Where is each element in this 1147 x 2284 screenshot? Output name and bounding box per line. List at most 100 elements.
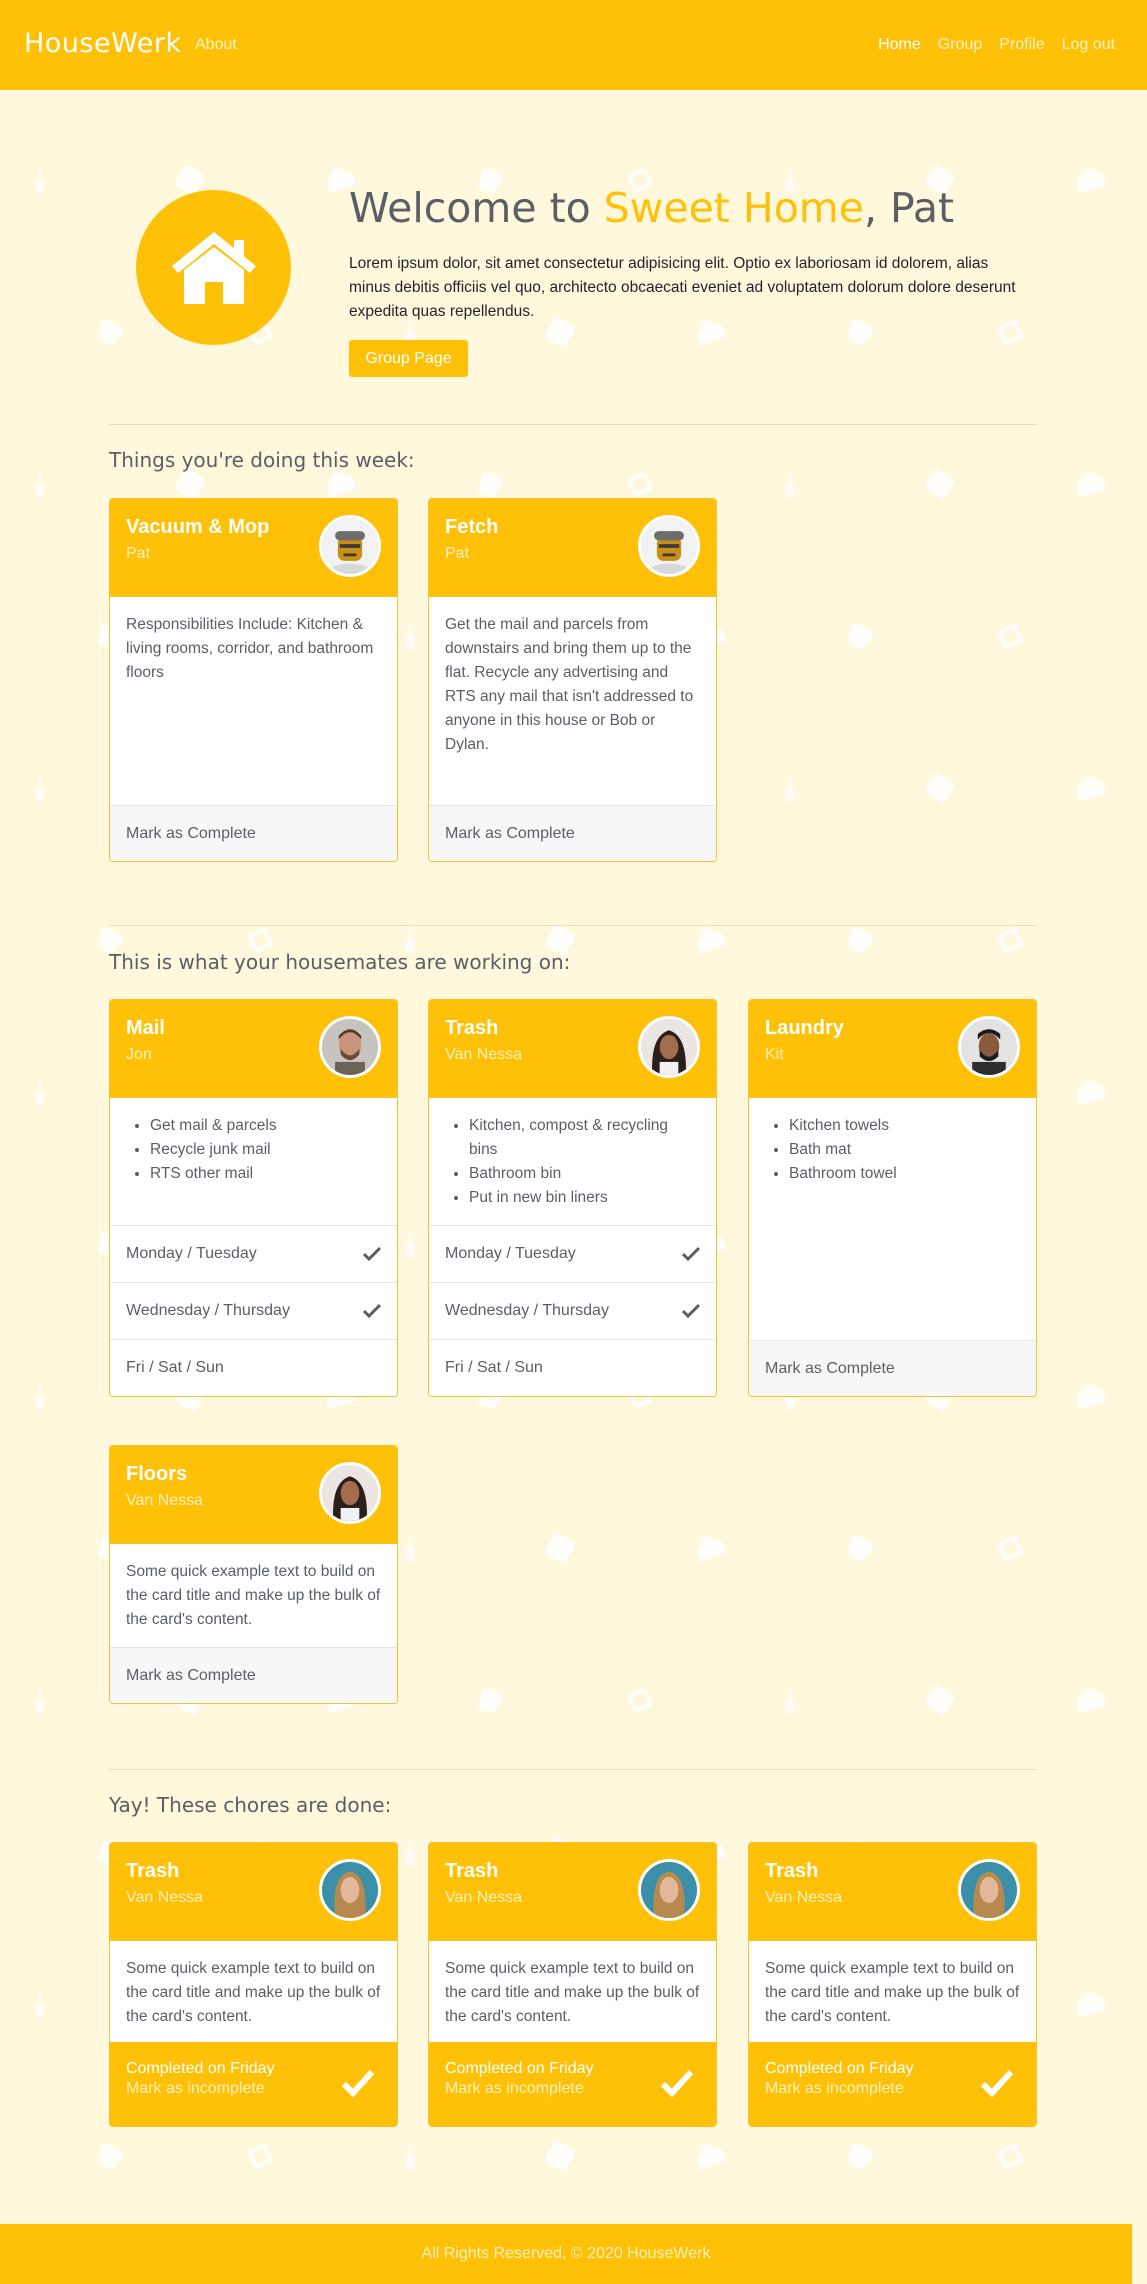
completed-footer: Completed on Friday Mark as incomplete xyxy=(749,2042,1036,2126)
brand-logo[interactable]: HouseWerk xyxy=(24,28,182,59)
mark-complete-button[interactable]: Mark as Complete xyxy=(110,805,397,861)
check-icon xyxy=(341,2069,375,2098)
chore-task-list: Kitchen towels Bath mat Bathroom towel xyxy=(765,1114,1020,1186)
page-footer: All Rights Reserved, © 2020 HouseWerk xyxy=(0,2224,1132,2284)
completed-footer: Completed on Friday Mark as incomplete xyxy=(110,2042,397,2126)
house-icon xyxy=(171,231,256,304)
pattern-icon xyxy=(20,768,60,808)
pattern-icon xyxy=(390,2136,430,2176)
pattern-icon xyxy=(20,1376,60,1416)
list-item: Bathroom towel xyxy=(789,1162,1020,1186)
check-icon xyxy=(660,2069,694,2098)
check-icon xyxy=(363,1246,381,1262)
check-icon xyxy=(980,2069,1014,2098)
chore-task-list: Get mail & parcels Recycle junk mail RTS… xyxy=(126,1114,381,1186)
card-header: Fetch Pat xyxy=(429,499,716,597)
check-icon xyxy=(682,1246,700,1262)
mark-complete-button[interactable]: Mark as Complete xyxy=(110,1647,397,1703)
pattern-icon xyxy=(920,464,960,504)
avatar xyxy=(958,1016,1020,1078)
nav-group-link[interactable]: Group xyxy=(938,36,982,54)
pattern-icon xyxy=(840,616,880,656)
avatar xyxy=(638,1016,700,1078)
avatar xyxy=(319,1859,381,1921)
card-title: Vacuum & Mop xyxy=(126,516,270,538)
card-title: Fetch xyxy=(445,516,499,538)
card-title: Trash xyxy=(445,1860,499,1882)
nav-profile-link[interactable]: Profile xyxy=(999,36,1044,54)
mark-complete-button[interactable]: Mark as Complete xyxy=(749,1340,1036,1396)
card-person: Van Nessa xyxy=(126,1492,204,1509)
card-person: Kit xyxy=(765,1046,784,1063)
pattern-icon xyxy=(20,1680,60,1720)
day-row: Fri / Sat / Sun xyxy=(110,1339,397,1396)
card-title: Trash xyxy=(765,1860,819,1882)
pattern-icon xyxy=(990,920,1030,960)
pattern-icon xyxy=(690,1528,730,1568)
pattern-icon xyxy=(20,464,60,504)
mark-complete-button[interactable]: Mark as Complete xyxy=(429,805,716,861)
divider xyxy=(109,1769,1037,1770)
pattern-icon xyxy=(1070,1072,1110,1112)
card-body: Get mail & parcels Recycle junk mail RTS… xyxy=(110,1098,397,1202)
card-body: Kitchen towels Bath mat Bathroom towel xyxy=(749,1098,1036,1202)
card-body: Some quick example text to build on the … xyxy=(126,1960,381,2025)
chore-card: Trash Van Nessa Kitchen, compost & recyc… xyxy=(428,999,717,1397)
chore-card: Fetch Pat Get the mail and parcels from … xyxy=(428,498,717,862)
card-person: Van Nessa xyxy=(445,1889,523,1906)
pattern-icon xyxy=(90,312,130,352)
pattern-icon xyxy=(1070,160,1110,200)
card-header: Floors Van Nessa xyxy=(110,1446,397,1544)
day-label: Monday / Tuesday xyxy=(445,1245,576,1262)
card-header: Laundry Kit xyxy=(749,1000,1036,1098)
day-label: Fri / Sat / Sun xyxy=(126,1359,224,1376)
pattern-icon xyxy=(90,2136,130,2176)
pattern-icon xyxy=(840,920,880,960)
day-row: Monday / Tuesday xyxy=(429,1225,716,1282)
card-person: Jon xyxy=(126,1046,152,1063)
pattern-icon xyxy=(20,1984,60,2024)
card-header: Trash Van Nessa xyxy=(110,1843,397,1941)
nav-logout-link[interactable]: Log out xyxy=(1062,36,1115,54)
group-page-button[interactable]: Group Page xyxy=(349,340,468,377)
check-icon xyxy=(682,1303,700,1319)
pattern-icon xyxy=(240,2136,280,2176)
nav-home-link[interactable]: Home xyxy=(878,36,921,54)
pattern-icon xyxy=(920,1680,960,1720)
pattern-icon xyxy=(770,1680,810,1720)
list-item: Kitchen, compost & recycling bins xyxy=(469,1114,700,1162)
navbar: HouseWerk About Home Group Profile Log o… xyxy=(0,0,1147,90)
done-card: Trash Van Nessa Some quick example text … xyxy=(428,1842,717,2127)
pattern-icon xyxy=(540,1528,580,1568)
list-item: Bath mat xyxy=(789,1138,1020,1162)
pattern-icon xyxy=(20,1072,60,1112)
done-card: Trash Van Nessa Some quick example text … xyxy=(109,1842,398,2127)
pattern-icon xyxy=(990,1528,1030,1568)
nav-about-link[interactable]: About xyxy=(195,36,237,54)
chore-card: Mail Jon Get mail & parcels Recycle junk… xyxy=(109,999,398,1397)
list-item: RTS other mail xyxy=(150,1162,381,1186)
pattern-icon xyxy=(990,2136,1030,2176)
card-title: Mail xyxy=(126,1017,165,1039)
list-item: Kitchen towels xyxy=(789,1114,1020,1138)
card-person: Van Nessa xyxy=(765,1889,843,1906)
card-person: Van Nessa xyxy=(126,1889,204,1906)
title-suffix: , Pat xyxy=(863,184,955,232)
group-name: Sweet Home xyxy=(603,184,864,232)
done-card: Trash Van Nessa Some quick example text … xyxy=(748,1842,1037,2127)
card-title: Trash xyxy=(445,1017,499,1039)
card-body: Get the mail and parcels from downstairs… xyxy=(445,616,694,753)
page-title: Welcome to Sweet Home, Pat xyxy=(349,184,954,232)
day-label: Fri / Sat / Sun xyxy=(445,1359,543,1376)
pattern-icon xyxy=(690,2136,730,2176)
pattern-icon xyxy=(620,1680,660,1720)
chore-card: Vacuum & Mop Pat Responsibilities Includ… xyxy=(109,498,398,862)
pattern-icon xyxy=(840,1528,880,1568)
chore-task-list: Kitchen, compost & recycling bins Bathro… xyxy=(445,1114,700,1210)
card-body: Kitchen, compost & recycling bins Bathro… xyxy=(429,1098,716,1226)
section-title-mine: Things you're doing this week: xyxy=(109,448,415,472)
list-item: Bathroom bin xyxy=(469,1162,700,1186)
completed-footer: Completed on Friday Mark as incomplete xyxy=(429,2042,716,2126)
card-header: Trash Van Nessa xyxy=(429,1000,716,1098)
day-label: Wednesday / Thursday xyxy=(126,1302,290,1319)
